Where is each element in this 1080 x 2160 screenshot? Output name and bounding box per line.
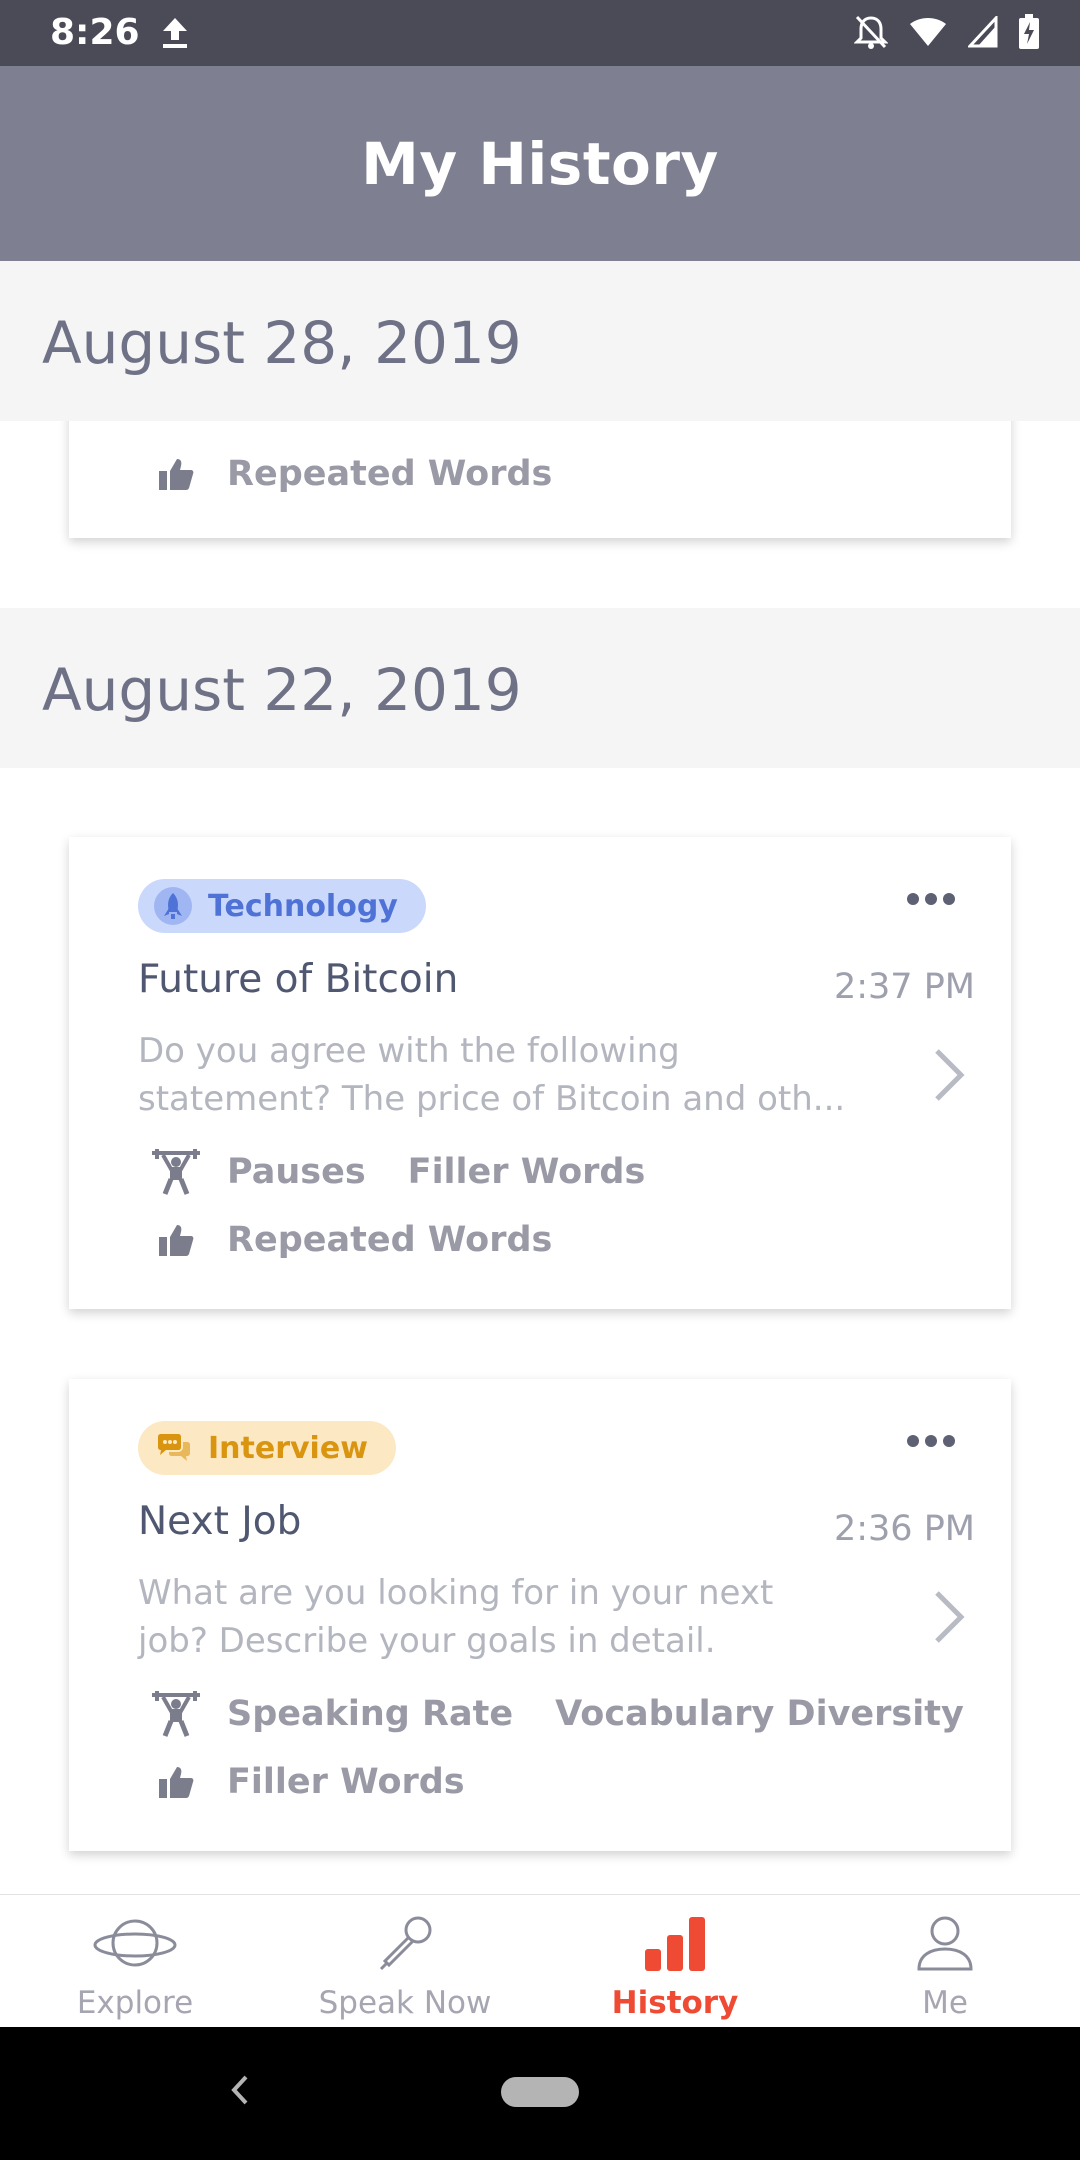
rocket-icon — [154, 887, 192, 925]
page-title: My History — [361, 129, 719, 198]
metric-label: Filler Words — [227, 1762, 465, 1802]
status-bar: 8:26 — [0, 0, 1080, 66]
bar-chart-icon — [645, 1917, 705, 1971]
metric-label: Repeated Words — [227, 1220, 553, 1260]
history-list[interactable]: Repeated Words August 28, 2019 August 22… — [0, 261, 1080, 1894]
date-header: August 22, 2019 — [0, 608, 1080, 768]
thumbs-up-icon — [159, 459, 194, 490]
app-bar: My History — [0, 66, 1080, 261]
tab-label: Explore — [76, 1985, 194, 2021]
metric-label: Speaking Rate — [227, 1694, 514, 1734]
tag-label: Technology — [208, 888, 398, 924]
back-icon[interactable] — [222, 2065, 254, 2115]
history-card[interactable]: Technology Future of Bitcoin 2:37 PM Do … — [69, 837, 1011, 1309]
tab-me[interactable]: Me — [810, 1895, 1080, 2028]
metric-label: Vocabulary Diversity — [555, 1694, 964, 1734]
chevron-right-icon[interactable] — [933, 1589, 965, 1645]
thumbs-up-icon — [159, 1767, 194, 1798]
tab-history[interactable]: History — [540, 1895, 810, 2028]
card-description: Do you agree with the following statemen… — [138, 1031, 846, 1119]
category-tag: Technology — [138, 879, 426, 933]
weightlifter-icon — [152, 1691, 200, 1737]
tab-label: Speak Now — [318, 1985, 492, 2021]
wifi-icon — [910, 18, 946, 46]
more-options-button[interactable] — [907, 893, 955, 905]
metric-label: Filler Words — [407, 1152, 646, 1192]
status-icons — [854, 14, 1040, 50]
metrics-strengths-row: Repeated Words — [151, 1220, 594, 1260]
notifications-off-icon — [854, 15, 888, 49]
date-label: August 22, 2019 — [42, 656, 522, 724]
date-label: August 28, 2019 — [42, 309, 522, 377]
tag-label: Interview — [208, 1430, 368, 1466]
metrics-strengths-row: Filler Words — [151, 1762, 507, 1802]
thumbs-up-icon — [159, 1225, 194, 1256]
tab-explore[interactable]: Explore — [0, 1895, 270, 2028]
bottom-tab-bar: Explore Speak Now History Me — [0, 1894, 1080, 2028]
metrics-improve-row: Speaking Rate Vocabulary Diversity — [151, 1691, 1006, 1737]
tab-label: History — [611, 1985, 739, 2021]
card-title: Future of Bitcoin — [138, 957, 459, 1002]
card-description: What are you looking for in your next jo… — [138, 1573, 774, 1661]
system-nav-bar — [0, 2027, 1080, 2160]
history-card[interactable]: Interview Next Job 2:36 PM What are you … — [69, 1379, 1011, 1851]
signal-icon — [968, 16, 998, 48]
microphone-icon — [379, 1916, 432, 1971]
battery-charging-icon — [1019, 14, 1039, 49]
planet-icon — [93, 1919, 177, 1967]
status-time: 8:26 — [50, 12, 140, 53]
card-time: 2:37 PM — [833, 967, 975, 1007]
tab-label: Me — [922, 1985, 968, 2021]
tab-speak-now[interactable]: Speak Now — [270, 1895, 540, 2028]
chevron-right-icon[interactable] — [933, 1047, 965, 1103]
chat-bubbles-icon — [154, 1429, 192, 1467]
upload-icon — [163, 18, 187, 48]
card-time: 2:36 PM — [833, 1509, 975, 1549]
more-options-button[interactable] — [907, 1435, 955, 1447]
metrics-improve-row: Pauses Filler Words — [151, 1149, 687, 1195]
weightlifter-icon — [152, 1149, 200, 1195]
metrics-strengths-row: Repeated Words — [151, 454, 594, 494]
card-title: Next Job — [138, 1499, 302, 1544]
metric-label: Pauses — [227, 1152, 366, 1192]
metric-label: Repeated Words — [227, 454, 553, 494]
category-tag: Interview — [138, 1421, 396, 1475]
home-pill-button[interactable] — [501, 2077, 579, 2107]
date-header: August 28, 2019 — [0, 261, 1080, 421]
person-icon — [917, 1916, 973, 1971]
